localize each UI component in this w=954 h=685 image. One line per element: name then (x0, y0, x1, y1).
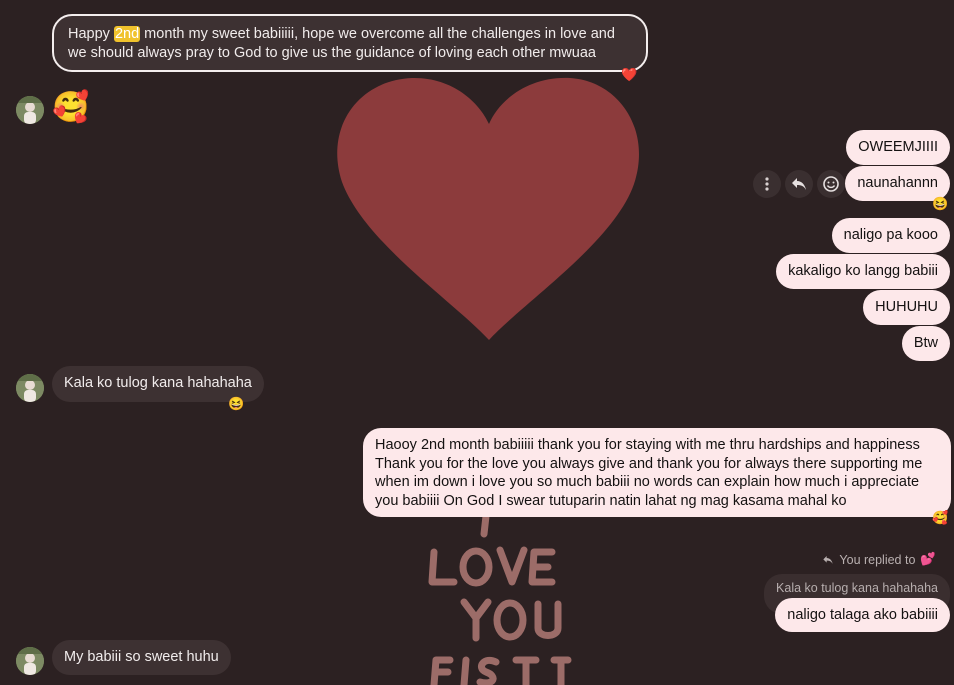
reply-icon (792, 178, 806, 190)
emoji-icon (823, 176, 839, 192)
outgoing-long-message[interactable]: Haooy 2nd month babiiiii thank you for s… (363, 428, 951, 517)
react-button[interactable] (817, 170, 845, 198)
search-highlight: 2nd (113, 26, 141, 42)
background-heart (337, 77, 639, 340)
outgoing-message-4[interactable]: kakaligo ko langg babiii (776, 254, 950, 289)
sticker-emoji[interactable]: 🥰 (52, 90, 89, 126)
outgoing-message-5[interactable]: HUHUHU (863, 290, 950, 325)
reply-button[interactable] (785, 170, 813, 198)
greeting-text-end: month my sweet babiiiii, hope we overcom… (68, 26, 615, 61)
outgoing-reply-message[interactable]: naligo talaga ako babiiii (775, 598, 950, 632)
outgoing-message-6[interactable]: Btw (901, 326, 950, 361)
reply-header-label: You replied to (839, 552, 916, 567)
reply-arrow-icon (823, 555, 834, 564)
laugh-reaction[interactable]: 😆 (228, 396, 244, 412)
contact-avatar[interactable] (16, 96, 44, 124)
contact-avatar[interactable] (16, 374, 44, 402)
outgoing-message-3[interactable]: naligo pa kooo (831, 218, 950, 253)
greeting-message-bubble[interactable]: Happy 2nd month my sweet babiiiii, hope … (52, 14, 648, 72)
reply-header-emoji: 💕 (920, 552, 936, 566)
background-i-love-you-lettering (428, 512, 572, 685)
greeting-text-start: Happy (68, 26, 114, 42)
more-options-button[interactable] (753, 170, 781, 198)
more-icon (765, 177, 769, 191)
heart-reaction[interactable]: ❤️ (621, 67, 637, 83)
love-reaction[interactable]: 🥰 (932, 510, 948, 526)
reply-header: You replied to 💕 (822, 552, 936, 567)
laugh-reaction[interactable]: 😆 (932, 196, 948, 212)
incoming-message-last[interactable]: My babiii so sweet huhu (52, 640, 231, 675)
outgoing-message-1[interactable]: OWEEMJIIII (846, 130, 950, 165)
contact-avatar[interactable] (16, 647, 44, 675)
